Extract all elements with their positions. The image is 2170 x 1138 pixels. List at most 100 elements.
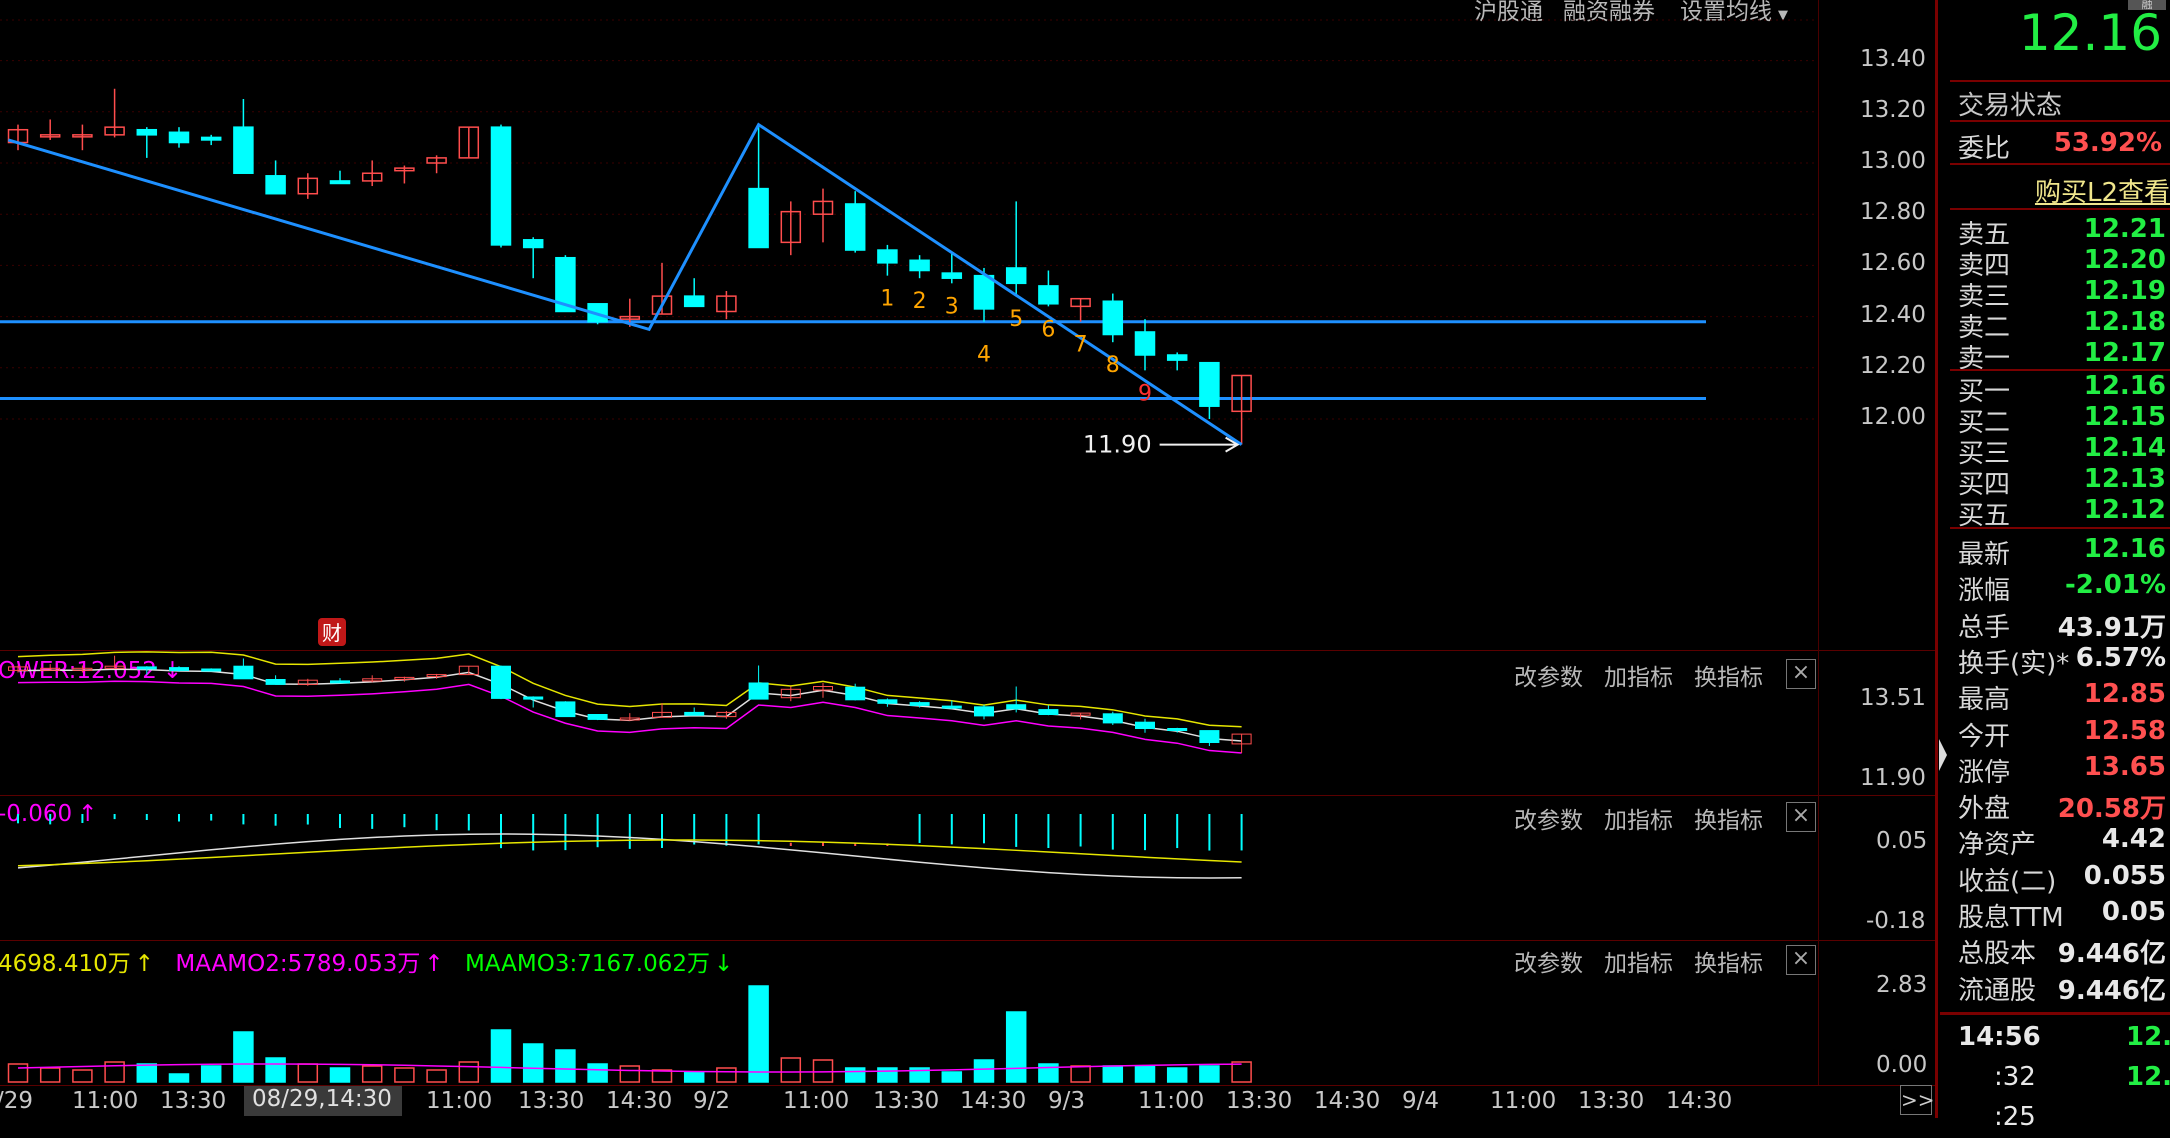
mini-candle-body [491,665,511,699]
volume-bar [136,1063,158,1083]
time-tick-label: 9/4 [1402,1088,1440,1114]
volume-bar [72,1069,93,1083]
stat-label: 换手(实)* [1958,648,2070,679]
divider [1950,163,2170,165]
low-price-label: 11.90 [1083,431,1152,459]
stat-value: 43.91万 [2057,612,2166,643]
volume-bar [200,1065,222,1083]
time-tick-label: 11:00 [1490,1088,1557,1114]
stat-value: 0.055 [2083,860,2166,891]
stat-label: 总股本 [1958,939,2037,970]
stat-row: 换手(实)* 6.57% [1958,643,2166,679]
candle [1231,374,1252,445]
candle-body [877,249,898,264]
volume-bar [844,1067,866,1083]
stat-value: 20.58万 [2057,794,2166,825]
stock-chart-window: 沪股通 融资融券 设置均线 ▼ 1 2 3 4 5 6 7 8 9 11.90 财 13.40 13.2… [0,0,2170,1132]
tick-row: :32 12.1 [1958,1062,2170,1098]
volume-bar [748,985,769,1083]
finance-badge-text: 财 [322,621,342,645]
candle [426,155,447,174]
mini-candle-body [587,714,608,720]
time-tick-label: 9/2 [693,1088,731,1114]
time-tick-label: 13:30 [873,1088,940,1114]
cursor-date-box: 08/29,14:30 [244,1086,402,1116]
time-tick-label: 13:30 [1578,1088,1645,1114]
candle [72,124,93,151]
stat-row: 外盘 20.58万 [1958,788,2166,825]
stat-row: 涨幅 -2.01% [1958,570,2166,606]
candle-body [1005,267,1027,285]
price-tick-label: 12.20 [1860,352,1926,379]
candle [844,191,866,253]
mini-candle-body [523,696,544,700]
candle [1038,270,1059,307]
finance-badge-icon: 财 [318,618,346,646]
candlestick-chart[interactable]: 1 2 345 6789 11.90 财 [0,0,1935,650]
cursor-date: 08/29,14:30 [252,1086,392,1112]
volume-bar [168,1073,190,1083]
expand-icon[interactable]: >> [1900,1085,1935,1115]
tick-price: 12.1 [2126,1062,2170,1092]
quote-side-panel: 融 12.16 交易状态 委比 53.92% 购买L2查看 卖五 12.21 卖四 1… [1940,0,2170,1132]
mini-candle-body [1135,721,1155,729]
time-tick-label: 13:30 [518,1088,585,1114]
stat-label: 外盘 [1958,794,2011,825]
candle [233,99,254,174]
volume-bar [619,1065,641,1083]
candle [361,160,383,187]
stat-row: 收益(二) 0.055 [1958,860,2166,897]
candle [780,201,802,256]
indicator-panel-3 [17,814,1243,879]
volume-bar [297,1063,319,1083]
volume-bar [1102,1065,1124,1083]
panel3-axis-top: 0.05 [1876,828,1928,854]
time-tick-label: 11:00 [783,1088,850,1114]
mini-candle-body [555,701,576,718]
mini-candle-body [845,686,866,701]
bid-row: 买四 12.13 [1958,464,2166,500]
volume-bar [7,1063,29,1083]
td-count-label: 8 [1106,353,1120,378]
candle [683,278,705,308]
bid-price: 12.16 [2083,371,2166,401]
stat-label: 净资产 [1958,830,2037,861]
trade-status: 交易状态 [1958,91,2063,121]
volume-bar [265,1057,286,1083]
volume-bar [877,1067,898,1083]
candle [522,237,544,279]
candle-body [136,128,158,136]
mini-candle-body [748,682,769,700]
tick-time: :25 [1994,1102,2036,1132]
candle [973,267,995,322]
volume-bar [233,1031,254,1083]
mini-candle-body [941,705,962,709]
divider [1940,1012,2170,1015]
mini-candle-body [1006,704,1027,710]
time-tick-label: 13:30 [1226,1088,1293,1114]
stat-label: 今开 [1958,721,2011,752]
td-count-label: 2 [913,289,927,314]
volume-bar [329,1067,351,1083]
panel4-axis-top: 2.83 [1876,972,1928,998]
stat-value: 4.42 [2101,824,2166,855]
buy-l2-link[interactable]: 购买L2查看 [2035,172,2170,209]
volume-bar [683,1071,705,1083]
volume-bar [780,1057,802,1083]
stat-row: 净资产 4.42 [1958,824,2166,861]
bid-row: 买二 12.15 [1958,402,2166,438]
candle [1070,297,1091,322]
stat-value: 9.446亿 [2057,975,2166,1006]
mini-candle-body [233,665,254,680]
candle [7,124,29,151]
candle-body [265,175,286,195]
bid-row: 买五 12.12 [1958,495,2166,531]
td-count-label: 9 [1138,381,1152,406]
volume-bar [458,1061,480,1083]
time-tick-label: 13:30 [160,1088,227,1114]
candle [1134,319,1156,371]
bid-row: 买一 12.16 [1958,371,2166,407]
time-tick-label: 11:00 [426,1088,493,1114]
candle [39,119,61,140]
tick-row: :25 [1958,1102,2170,1138]
